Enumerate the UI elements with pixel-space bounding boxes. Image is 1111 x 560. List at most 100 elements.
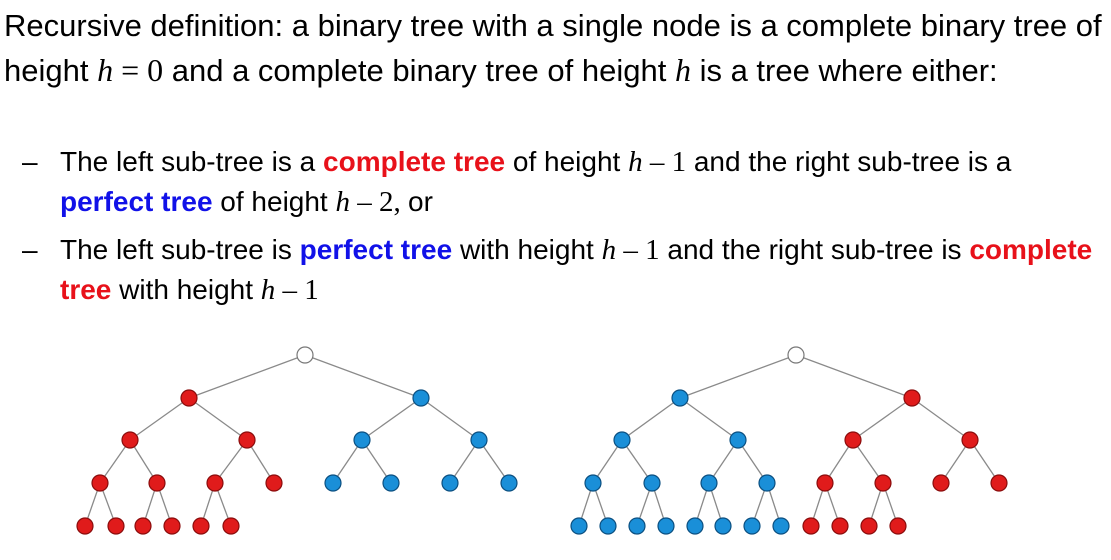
tree-left-left-node-3-5 <box>222 517 240 535</box>
math-h: h <box>675 52 691 88</box>
math-minus-1: – 1 <box>275 274 319 306</box>
tree-right-left-node-3-2 <box>628 517 646 535</box>
keyword-perfect-tree: perfect tree <box>299 234 453 265</box>
slide: Recursive definition: a binary tree with… <box>0 0 1111 560</box>
intro-text-3: is a tree where either: <box>690 53 998 88</box>
bullet-1-text-3: and the right sub-tree is a <box>686 146 1012 177</box>
tree-edge <box>361 397 422 441</box>
bullet-item-2: – The left sub-tree is perfect tree with… <box>0 230 1108 310</box>
math-h-minus-1: h – 1 <box>602 234 660 266</box>
tree-right-left-node-2-3 <box>758 474 776 492</box>
tree-left-left-node-2-2 <box>206 474 224 492</box>
tree-edge <box>420 397 480 441</box>
bullet-2-text-4: with height <box>111 274 261 305</box>
tree-right-right-node-2-0 <box>816 474 834 492</box>
bullet-1-text-1: The left sub-tree is a <box>60 146 324 177</box>
tree-left-left-node-2-3 <box>265 474 283 492</box>
tree-right-left-node-1-1 <box>729 431 747 449</box>
tree-left-left-node-3-2 <box>134 517 152 535</box>
tree-right-left-node-0-0 <box>671 389 689 407</box>
math-h-eq-0: h = 0 <box>97 52 163 88</box>
math-minus-1: – 1 <box>642 146 687 178</box>
bullet-1-text-4: of height <box>212 186 336 217</box>
tree-right-left-node-3-3 <box>657 517 675 535</box>
tree-edge <box>188 354 306 399</box>
tree-edge <box>304 354 422 399</box>
tree-left-right-node-1-1 <box>470 431 488 449</box>
tree-left-left-node-0-0 <box>180 389 198 407</box>
keyword-complete-tree: complete tree <box>323 146 506 177</box>
tree-right-right-node-1-0 <box>844 431 862 449</box>
tree-edge <box>679 354 797 399</box>
tree-right-right-node-2-1 <box>874 474 892 492</box>
tree-left-right-node-2-1 <box>382 474 400 492</box>
tree-edge <box>795 354 913 399</box>
tree-right-right-node-0-0 <box>903 389 921 407</box>
tree-left-root-node <box>296 346 314 364</box>
tree-left-right-node-2-3 <box>500 474 518 492</box>
math-minus-1: – 1 <box>616 234 660 266</box>
math-h-minus-2: h – 2, <box>336 186 409 218</box>
bullet-1-text-5: or <box>408 186 433 217</box>
tree-edge <box>679 397 739 441</box>
bullet-item-1: – The left sub-tree is a complete tree o… <box>0 142 1108 222</box>
tree-right-right-node-2-3 <box>990 474 1008 492</box>
tree-edge <box>852 397 913 441</box>
bullet-1-text-2: of height <box>505 146 629 177</box>
tree-left-left-node-3-3 <box>163 517 181 535</box>
tree-right-left-node-2-2 <box>700 474 718 492</box>
math-minus-2: – 2, <box>350 186 408 218</box>
tree-left-left-node-3-0 <box>76 517 94 535</box>
tree-right-right-node-3-2 <box>860 517 878 535</box>
tree-edges <box>84 354 1000 527</box>
math-var-h: h <box>97 52 114 88</box>
tree-left-left-node-3-4 <box>192 517 210 535</box>
tree-diagrams <box>76 346 1008 535</box>
math-var-h: h <box>628 146 643 178</box>
tree-edge <box>911 397 971 441</box>
tree-edge <box>188 397 248 441</box>
tree-edge <box>621 397 681 441</box>
bullet-dash: – <box>22 146 38 177</box>
tree-left-left-node-2-1 <box>148 474 166 492</box>
tree-right-right-node-2-2 <box>932 474 950 492</box>
tree-left-left-node-1-1 <box>238 431 256 449</box>
tree-right-left-node-3-5 <box>714 517 732 535</box>
tree-edge <box>129 397 190 441</box>
bullet-2-text-1: The left sub-tree is <box>60 234 300 265</box>
math-eq-zero: = 0 <box>113 52 164 88</box>
bullet-2-text-2: with height <box>452 234 602 265</box>
tree-right-right-node-3-3 <box>889 517 907 535</box>
tree-right-left-node-1-0 <box>613 431 631 449</box>
tree-right-left-node-3-1 <box>599 517 617 535</box>
tree-right-left-node-3-4 <box>686 517 704 535</box>
bullet-dash: – <box>22 234 38 265</box>
tree-left-left-node-1-0 <box>121 431 139 449</box>
math-h-minus-1-b: h – 1 <box>261 274 319 306</box>
tree-right-left-node-3-7 <box>772 517 790 535</box>
keyword-perfect-tree: perfect tree <box>60 186 213 217</box>
tree-right-left-node-2-1 <box>643 474 661 492</box>
intro-text-2: and a complete binary tree of height <box>163 53 675 88</box>
intro-paragraph: Recursive definition: a binary tree with… <box>4 4 1104 93</box>
math-var-h: h <box>335 186 351 218</box>
tree-right-left-node-2-0 <box>584 474 602 492</box>
tree-right-root-node <box>787 346 805 364</box>
definition-bullets: – The left sub-tree is a complete tree o… <box>0 142 1108 318</box>
tree-nodes <box>76 346 1008 535</box>
tree-right-left-node-3-0 <box>570 517 588 535</box>
tree-left-right-node-2-2 <box>441 474 459 492</box>
tree-right-left-node-3-6 <box>743 517 761 535</box>
math-var-h: h <box>601 234 617 266</box>
tree-left-left-node-3-1 <box>107 517 125 535</box>
tree-right-right-node-3-1 <box>831 517 849 535</box>
tree-left-right-node-1-0 <box>353 431 371 449</box>
tree-left-right-node-0-0 <box>412 389 430 407</box>
math-h-minus-1: h – 1 <box>628 146 686 178</box>
tree-left-left-node-2-0 <box>91 474 109 492</box>
math-var-h-2: h <box>674 52 691 88</box>
tree-right-right-node-1-1 <box>961 431 979 449</box>
bullet-2-text-3: and the right sub-tree is <box>659 234 970 265</box>
tree-left-right-node-2-0 <box>324 474 342 492</box>
tree-right-right-node-3-0 <box>802 517 820 535</box>
